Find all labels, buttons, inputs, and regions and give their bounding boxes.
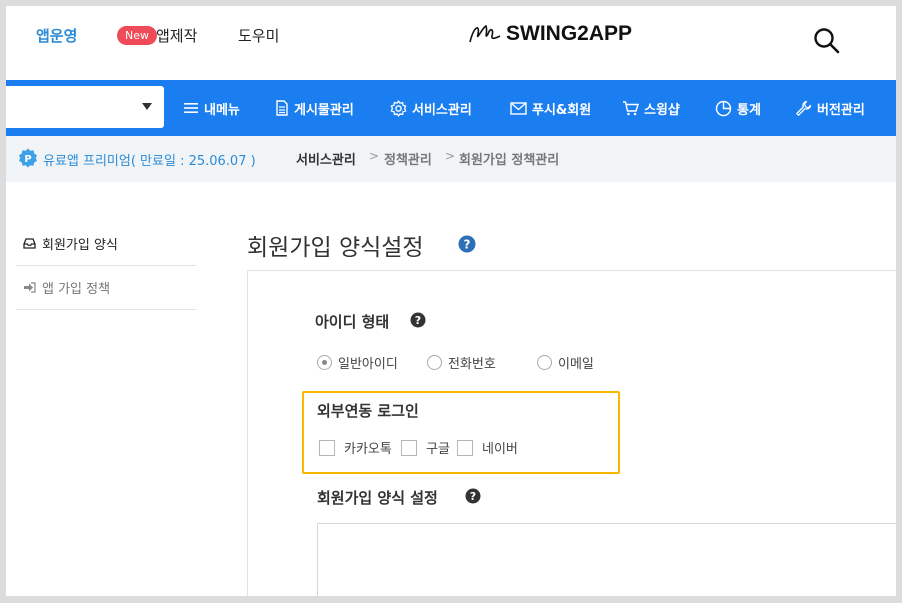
checkbox-label: 구글	[426, 442, 450, 457]
search-icon	[814, 28, 840, 54]
checkbox-label: 카카오톡	[344, 442, 392, 457]
document-icon	[276, 100, 288, 116]
side-menu: 회원가입 양식 앱 가입 정책	[16, 222, 196, 310]
radio-label: 전화번호	[448, 357, 496, 372]
wrench-icon	[796, 100, 812, 116]
signup-form-editor[interactable]	[317, 523, 896, 596]
sign-in-icon	[24, 282, 36, 293]
gear-icon	[390, 99, 407, 117]
search-button[interactable]	[812, 26, 842, 56]
nav-app-make[interactable]: 앱제작	[156, 25, 197, 46]
radio-email[interactable]: 이메일	[537, 353, 594, 372]
sidebar-item-label: 회원가입 양식	[42, 238, 118, 253]
nav-label: 서비스관리	[412, 102, 472, 118]
checkbox-naver[interactable]: 네이버	[457, 438, 518, 457]
radio-indicator	[537, 355, 552, 370]
nav-push-members[interactable]: 푸시&회원	[510, 98, 591, 118]
sidebar-item-app-policy[interactable]: 앱 가입 정책	[16, 266, 196, 310]
nav-helper[interactable]: 도우미	[238, 25, 279, 46]
cart-icon	[623, 101, 639, 116]
breadcrumb-policy[interactable]: 정책관리	[384, 149, 432, 168]
nav-label: 버전관리	[817, 102, 865, 118]
nav-label: 스윙샵	[644, 102, 680, 118]
main-nav-bar: 내메뉴 게시물관리 서비스관리 푸시&회원 스윙샵 통계 버전관리	[6, 80, 896, 136]
checkbox-kakao[interactable]: 카카오톡	[319, 438, 392, 457]
nav-my-menu[interactable]: 내메뉴	[183, 98, 240, 118]
top-header: 앱운영 New 앱제작 도우미 SWING2APP	[6, 6, 896, 80]
svg-text:?: ?	[464, 238, 471, 252]
radio-indicator	[317, 355, 332, 370]
checkbox-indicator	[319, 439, 335, 456]
checkbox-label: 네이버	[482, 442, 518, 457]
page-title: 회원가입 양식설정	[247, 235, 424, 261]
svg-text:?: ?	[415, 314, 421, 327]
checkbox-indicator	[457, 439, 473, 456]
menu-icon	[184, 103, 198, 113]
radio-phone[interactable]: 전화번호	[427, 353, 496, 372]
help-icon[interactable]: ?	[465, 488, 481, 504]
plan-badge-letter: P	[24, 154, 31, 165]
external-login-title: 외부연동 로그인	[317, 402, 419, 420]
breadcrumb-signup-policy: 회원가입 정책관리	[459, 153, 560, 168]
checkbox-indicator	[401, 439, 417, 456]
checkbox-google[interactable]: 구글	[401, 438, 450, 457]
help-icon[interactable]: ?	[410, 312, 426, 328]
nav-stats[interactable]: 통계	[715, 98, 761, 118]
nav-app-manage[interactable]: 앱운영	[36, 25, 77, 46]
sidebar-item-signup-form[interactable]: 회원가입 양식	[16, 222, 196, 266]
radio-general-id[interactable]: 일반아이디	[317, 353, 398, 372]
logo-swirl-icon	[469, 24, 501, 43]
app-select-dropdown[interactable]	[6, 86, 164, 128]
nav-service[interactable]: 서비스관리	[390, 98, 472, 118]
signup-form-title: 회원가입 양식 설정	[317, 489, 438, 507]
nav-version[interactable]: 버전관리	[795, 98, 865, 118]
app-window: 앱운영 New 앱제작 도우미 SWING2APP 내메뉴 게시물관리 서비스관…	[6, 6, 896, 596]
nav-label: 통계	[737, 102, 761, 118]
id-type-title: 아이디 형태	[315, 313, 390, 331]
radio-label: 이메일	[558, 357, 594, 372]
radio-label: 일반아이디	[338, 357, 398, 372]
breadcrumb-service[interactable]: 서비스관리	[296, 149, 356, 168]
plan-status[interactable]: 유료앱 프리미엄( 만료일 : 25.06.07 )	[43, 150, 256, 169]
radio-indicator	[427, 355, 442, 370]
logo-text: SWING2APP	[506, 22, 633, 45]
pie-chart-icon	[715, 100, 732, 116]
svg-text:?: ?	[470, 490, 476, 503]
new-badge: New	[117, 26, 157, 45]
premium-badge-icon: P	[19, 148, 37, 168]
nav-label: 내메뉴	[204, 102, 240, 118]
breadcrumb-separator: >	[369, 149, 380, 163]
swing2app-logo[interactable]: SWING2APP	[468, 20, 632, 48]
inbox-icon	[23, 238, 36, 249]
nav-swing-shop[interactable]: 스윙샵	[622, 98, 680, 118]
breadcrumb-bar: P 유료앱 프리미엄( 만료일 : 25.06.07 ) 서비스관리 > 정책관…	[6, 136, 896, 182]
nav-posts[interactable]: 게시물관리	[275, 98, 354, 118]
chevron-down-icon	[142, 103, 152, 110]
sidebar-item-label: 앱 가입 정책	[42, 282, 111, 297]
help-icon[interactable]: ?	[458, 235, 476, 253]
nav-label: 게시물관리	[294, 102, 354, 118]
nav-label: 푸시&회원	[532, 102, 592, 118]
mail-icon	[510, 101, 527, 115]
breadcrumb-separator: >	[445, 149, 456, 163]
